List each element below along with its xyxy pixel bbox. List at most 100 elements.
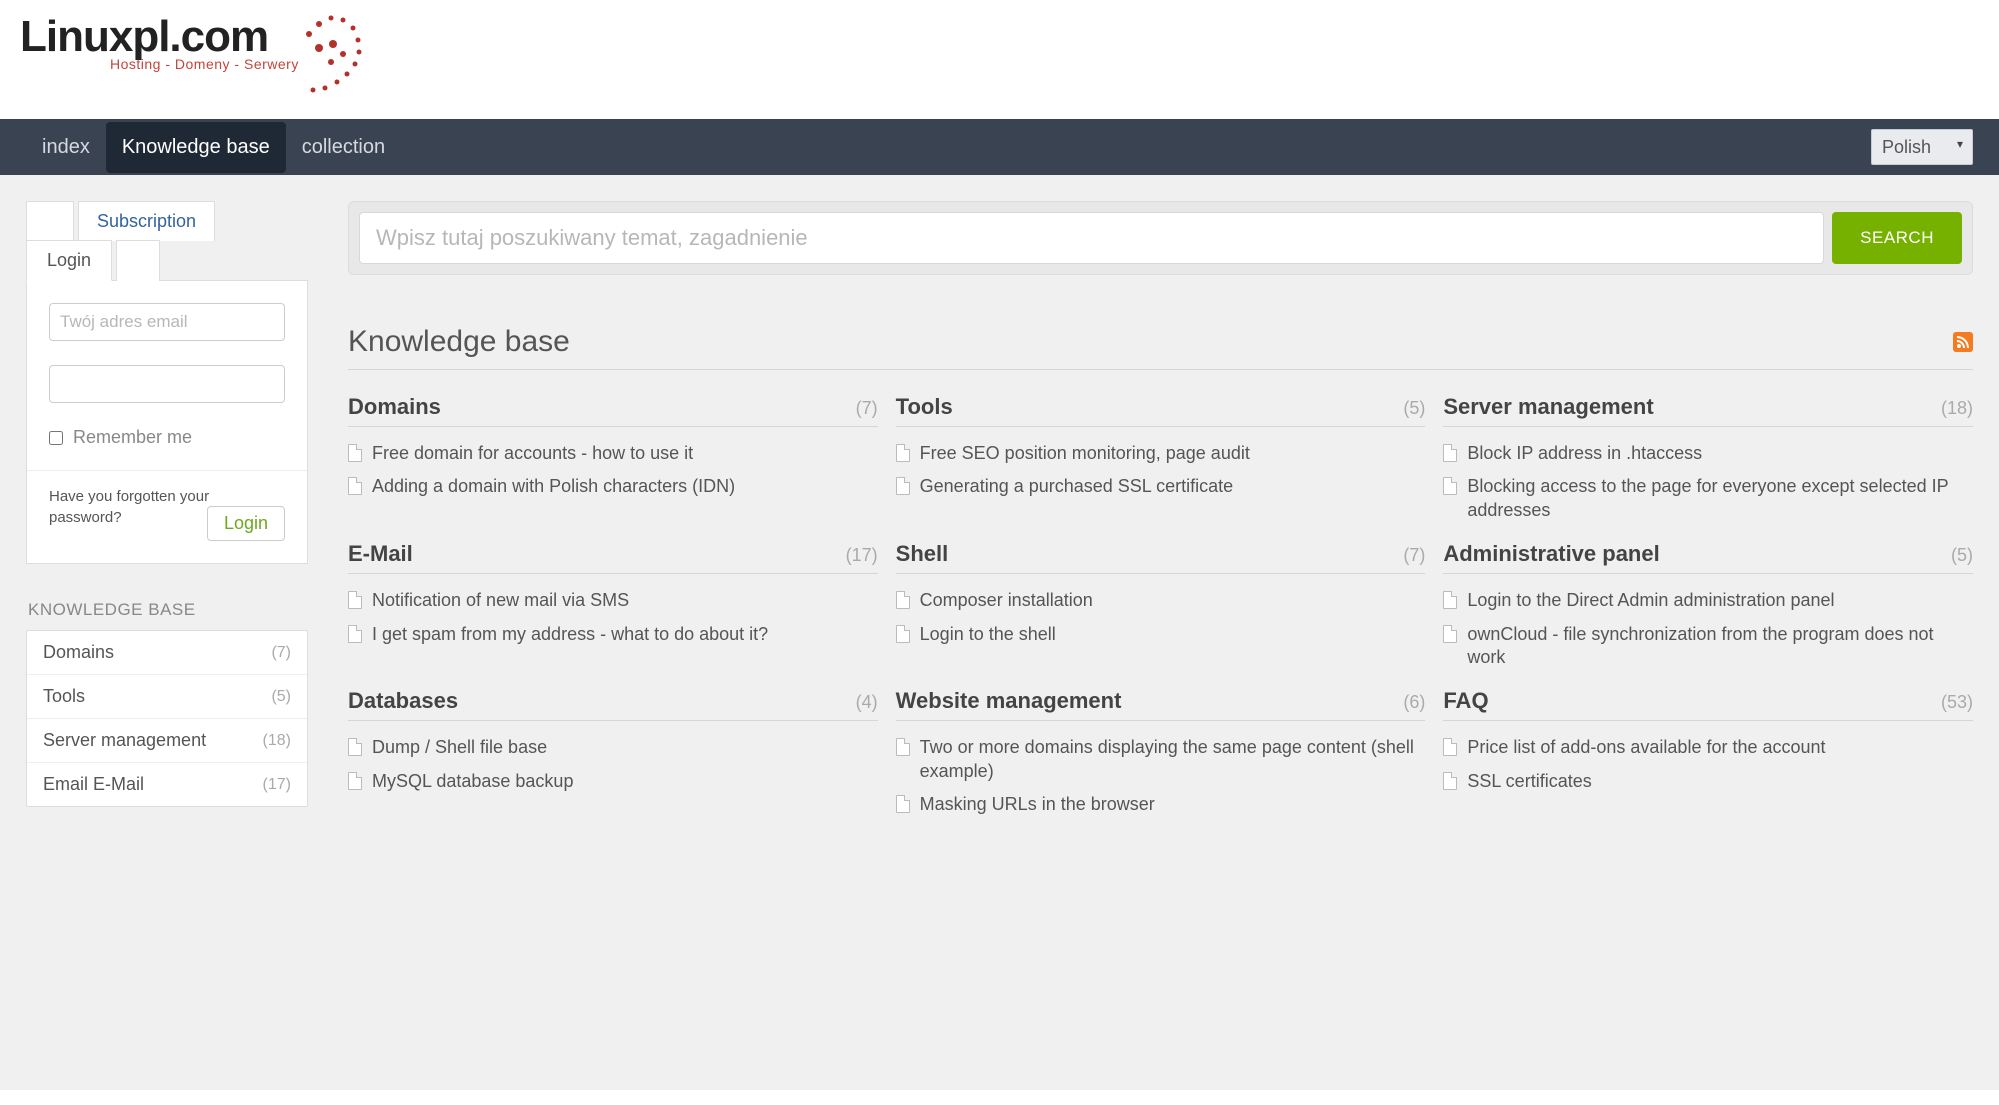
remember-checkbox[interactable] xyxy=(49,431,63,445)
logo-tagline: Hosting - Domeny - Serwery xyxy=(110,56,299,72)
article-link[interactable]: Generating a purchased SSL certificate xyxy=(896,470,1426,503)
article-title: Login to the shell xyxy=(920,623,1056,646)
article-title: Free domain for accounts - how to use it xyxy=(372,442,693,465)
category-header[interactable]: E-Mail (17) xyxy=(348,541,878,574)
sidebar-item-label: Tools xyxy=(43,686,85,707)
header: Linuxpl.com Hosting - Domeny - Serwery xyxy=(0,0,1999,119)
article-link[interactable]: Free domain for accounts - how to use it xyxy=(348,437,878,470)
category-items: Block IP address in .htaccessBlocking ac… xyxy=(1443,437,1973,527)
article-link[interactable]: Composer installation xyxy=(896,584,1426,617)
article-title: Free SEO position monitoring, page audit xyxy=(920,442,1250,465)
article-link[interactable]: MySQL database backup xyxy=(348,765,878,798)
category-header[interactable]: Shell(7) xyxy=(896,541,1426,574)
article-link[interactable]: Masking URLs in the browser xyxy=(896,788,1426,821)
category-items: Two or more domains displaying the same … xyxy=(896,731,1426,821)
category-items: Free SEO position monitoring, page audit… xyxy=(896,437,1426,504)
logo[interactable]: Linuxpl.com Hosting - Domeny - Serwery xyxy=(20,12,363,107)
article-link[interactable]: Login to the shell xyxy=(896,618,1426,651)
category-name: E-Mail xyxy=(348,541,413,567)
sidebar-item-count: (7) xyxy=(271,644,291,662)
search-input[interactable] xyxy=(359,212,1824,264)
category-block: E-Mail (17) Notification of new mail via S… xyxy=(348,541,878,674)
category-block: Administrative panel(5) Login to the Dire… xyxy=(1443,541,1973,674)
article-title: Generating a purchased SSL certificate xyxy=(920,475,1234,498)
category-count: (5) xyxy=(1403,398,1425,419)
page-title-row: Knowledge base xyxy=(348,325,1973,359)
title-divider xyxy=(348,369,1973,370)
language-selector-wrap: Polish xyxy=(1871,129,1973,165)
sidebar-tab-subscription[interactable]: Subscription xyxy=(78,201,215,241)
category-count: (17) xyxy=(846,545,878,566)
category-items: Free domain for accounts - how to use it… xyxy=(348,437,878,504)
article-title: Notification of new mail via SMS xyxy=(372,589,629,612)
sidebar-item-server-mgmt[interactable]: Server management (18) xyxy=(27,719,307,763)
category-items: Composer installation Login to the shell xyxy=(896,584,1426,651)
category-header[interactable]: Tools(5) xyxy=(896,394,1426,427)
category-header[interactable]: FAQ (53) xyxy=(1443,688,1973,721)
category-items: Dump / Shell file base MySQL database bac… xyxy=(348,731,878,798)
sidebar-top-tabs: Subscription xyxy=(26,201,308,241)
sidebar-tab-login[interactable]: Login xyxy=(26,240,112,281)
category-count: (53) xyxy=(1941,692,1973,713)
category-header[interactable]: Server management(18) xyxy=(1443,394,1973,427)
nav-index[interactable]: index xyxy=(26,122,106,173)
document-icon xyxy=(1443,444,1457,462)
sidebar-secondary-tabs: Login xyxy=(26,240,308,281)
article-title: Login to the Direct Admin administration… xyxy=(1467,589,1834,612)
forgot-password-link[interactable]: Have you forgotten your password? xyxy=(49,488,209,526)
login-button[interactable]: Login xyxy=(207,506,285,541)
category-header[interactable]: Databases(4) xyxy=(348,688,878,721)
category-count: (7) xyxy=(1403,545,1425,566)
category-header[interactable]: Administrative panel(5) xyxy=(1443,541,1973,574)
article-link[interactable]: Dump / Shell file base xyxy=(348,731,878,764)
logo-dots-icon xyxy=(303,12,363,107)
article-title: MySQL database backup xyxy=(372,770,573,793)
remember-label: Remember me xyxy=(73,427,192,448)
nav-knowledge-base[interactable]: Knowledge base xyxy=(106,122,286,173)
sidebar-kb-list: Domains (7) Tools (5) Server management … xyxy=(26,630,308,807)
category-count: (4) xyxy=(856,692,878,713)
sidebar-tab-empty[interactable] xyxy=(26,201,74,241)
email-field[interactable] xyxy=(49,303,285,341)
sidebar-item-count: (18) xyxy=(263,732,291,750)
category-grid: Domains(7)Free domain for accounts - how… xyxy=(348,394,1973,822)
sidebar-item-email[interactable]: Email E-Mail (17) xyxy=(27,763,307,806)
sidebar-item-domains[interactable]: Domains (7) xyxy=(27,631,307,675)
rss-icon[interactable] xyxy=(1953,332,1973,352)
category-items: Notification of new mail via SMS I get sp… xyxy=(348,584,878,651)
article-title: ownCloud - file synchronization from the… xyxy=(1467,623,1973,670)
document-icon xyxy=(896,795,910,813)
article-link[interactable]: Notification of new mail via SMS xyxy=(348,584,878,617)
document-icon xyxy=(896,591,910,609)
category-header[interactable]: Domains(7) xyxy=(348,394,878,427)
article-title: Price list of add-ons available for the … xyxy=(1467,736,1825,759)
article-link[interactable]: Two or more domains displaying the same … xyxy=(896,731,1426,788)
nav-collection[interactable]: collection xyxy=(286,122,401,173)
document-icon xyxy=(348,477,362,495)
article-link[interactable]: I get spam from my address - what to do … xyxy=(348,618,878,651)
language-selector[interactable]: Polish xyxy=(1871,129,1973,165)
article-link[interactable]: Blocking access to the page for everyone… xyxy=(1443,470,1973,527)
search-button[interactable]: SEARCH xyxy=(1832,212,1962,264)
category-header[interactable]: Website management(6) xyxy=(896,688,1426,721)
article-link[interactable]: Price list of add-ons available for the … xyxy=(1443,731,1973,764)
article-link[interactable]: SSL certificates xyxy=(1443,765,1973,798)
article-link[interactable]: Free SEO position monitoring, page audit xyxy=(896,437,1426,470)
sidebar-tab-empty2[interactable] xyxy=(116,240,160,281)
password-field[interactable] xyxy=(49,365,285,403)
sidebar-item-tools[interactable]: Tools (5) xyxy=(27,675,307,719)
article-link[interactable]: Block IP address in .htaccess xyxy=(1443,437,1973,470)
article-link[interactable]: Adding a domain with Polish characters (… xyxy=(348,470,878,503)
category-name: FAQ xyxy=(1443,688,1488,714)
logo-text: Linuxpl.com xyxy=(20,12,299,62)
category-name: Domains xyxy=(348,394,441,420)
category-items: Login to the Direct Admin administration… xyxy=(1443,584,1973,674)
nav-links: index Knowledge base collection xyxy=(26,122,401,173)
login-panel: Remember me Have you forgotten your pass… xyxy=(26,280,308,564)
article-link[interactable]: Login to the Direct Admin administration… xyxy=(1443,584,1973,617)
sidebar-item-label: Domains xyxy=(43,642,114,663)
sidebar-item-count: (17) xyxy=(263,776,291,794)
article-link[interactable]: ownCloud - file synchronization from the… xyxy=(1443,618,1973,675)
category-block: FAQ (53) Price list of add-ons available f… xyxy=(1443,688,1973,821)
document-icon xyxy=(896,477,910,495)
